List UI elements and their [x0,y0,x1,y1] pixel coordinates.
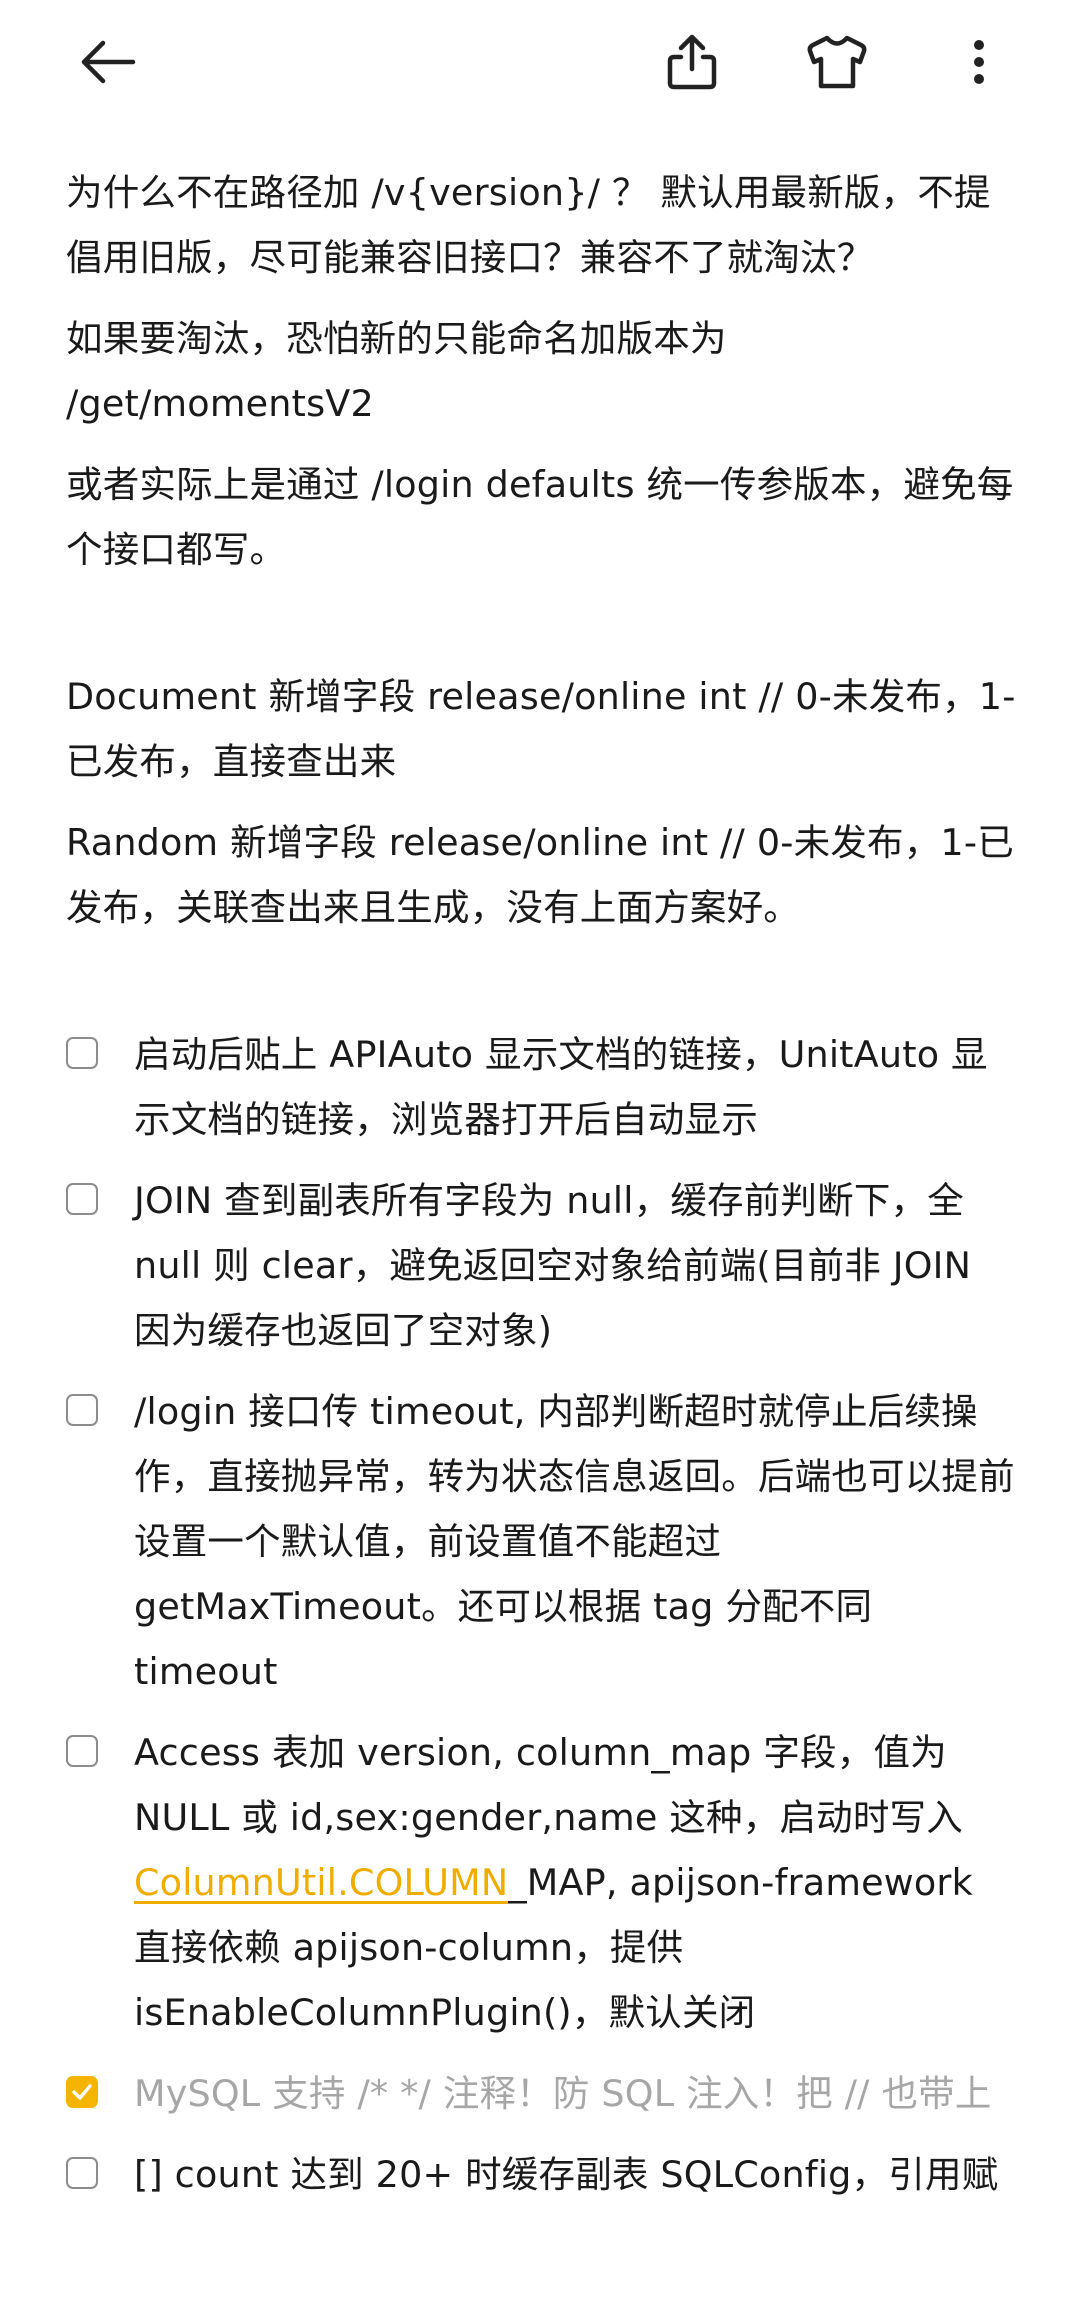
todo-item: 启动后贴上 APIAuto 显示文档的链接，UnitAuto 显示文档的链接，浏… [66,1022,1016,1152]
todo-text: JOIN 查到副表所有字段为 null，缓存前判断下，全 null 则 clea… [134,1179,972,1352]
paragraph: Random 新增字段 release/online int // 0-未发布，… [66,821,1014,929]
share-icon [667,34,717,90]
todo-text-part: Access 表加 version, column_map 字段，值为 NULL… [134,1731,963,1839]
top-toolbar [0,0,1080,125]
paragraph: 或者实际上是通过 /login defaults 统一传参版本，避免每个接口都写… [66,463,1014,571]
todo-item: JOIN 查到副表所有字段为 null，缓存前判断下，全 null 则 clea… [66,1168,1016,1363]
todo-item-checked: MySQL 支持 /* */ 注释！防 SQL 注入！把 // 也带上 [66,2061,1016,2126]
theme-button[interactable] [799,24,875,100]
todo-item: [] count 达到 20+ 时缓存副表 SQLConfig，引用赋 [66,2142,1016,2207]
todo-item: Access 表加 version, column_map 字段，值为 NULL… [66,1720,1016,2045]
note-content[interactable]: 为什么不在路径加 /v{version}/ ？ 默认用最新版，不提倡用旧版，尽可… [66,160,1016,2223]
todo-checkbox[interactable] [66,1394,98,1426]
todo-checkbox[interactable] [66,2157,98,2189]
todo-text: 启动后贴上 APIAuto 显示文档的链接，UnitAuto 显示文档的链接，浏… [134,1033,988,1141]
paragraph: 为什么不在路径加 /v{version}/ ？ 默认用最新版，不提倡用旧版，尽可… [66,171,991,279]
more-options-button[interactable] [941,24,1017,100]
todo-checkbox[interactable] [66,1037,98,1069]
column-util-link[interactable]: ColumnUtil.COLUMN [134,1861,508,1904]
back-button[interactable] [70,24,146,100]
back-arrow-icon [81,40,136,84]
todo-text: MySQL 支持 /* */ 注释！防 SQL 注入！把 // 也带上 [134,2072,992,2115]
paragraph: Document 新增字段 release/online int // 0-未发… [66,675,1016,783]
more-vert-icon [974,40,984,84]
share-button[interactable] [654,24,730,100]
todo-checkbox[interactable] [66,1735,98,1767]
check-icon [72,2084,92,2100]
paragraph: 如果要淘汰，恐怕新的只能命名加版本为 /get/momentsV2 [66,317,727,425]
todo-item: /login 接口传 timeout, 内部判断超时就停止后续操作，直接抛异常，… [66,1379,1016,1704]
todo-text: Access 表加 version, column_map 字段，值为 NULL… [134,1720,1016,2045]
todo-checkbox-checked[interactable] [66,2076,98,2108]
theme-shirt-icon [807,35,867,89]
todo-text: [] count 达到 20+ 时缓存副表 SQLConfig，引用赋 [134,2153,999,2196]
todo-checkbox[interactable] [66,1183,98,1215]
todo-text: /login 接口传 timeout, 内部判断超时就停止后续操作，直接抛异常，… [134,1390,1015,1693]
